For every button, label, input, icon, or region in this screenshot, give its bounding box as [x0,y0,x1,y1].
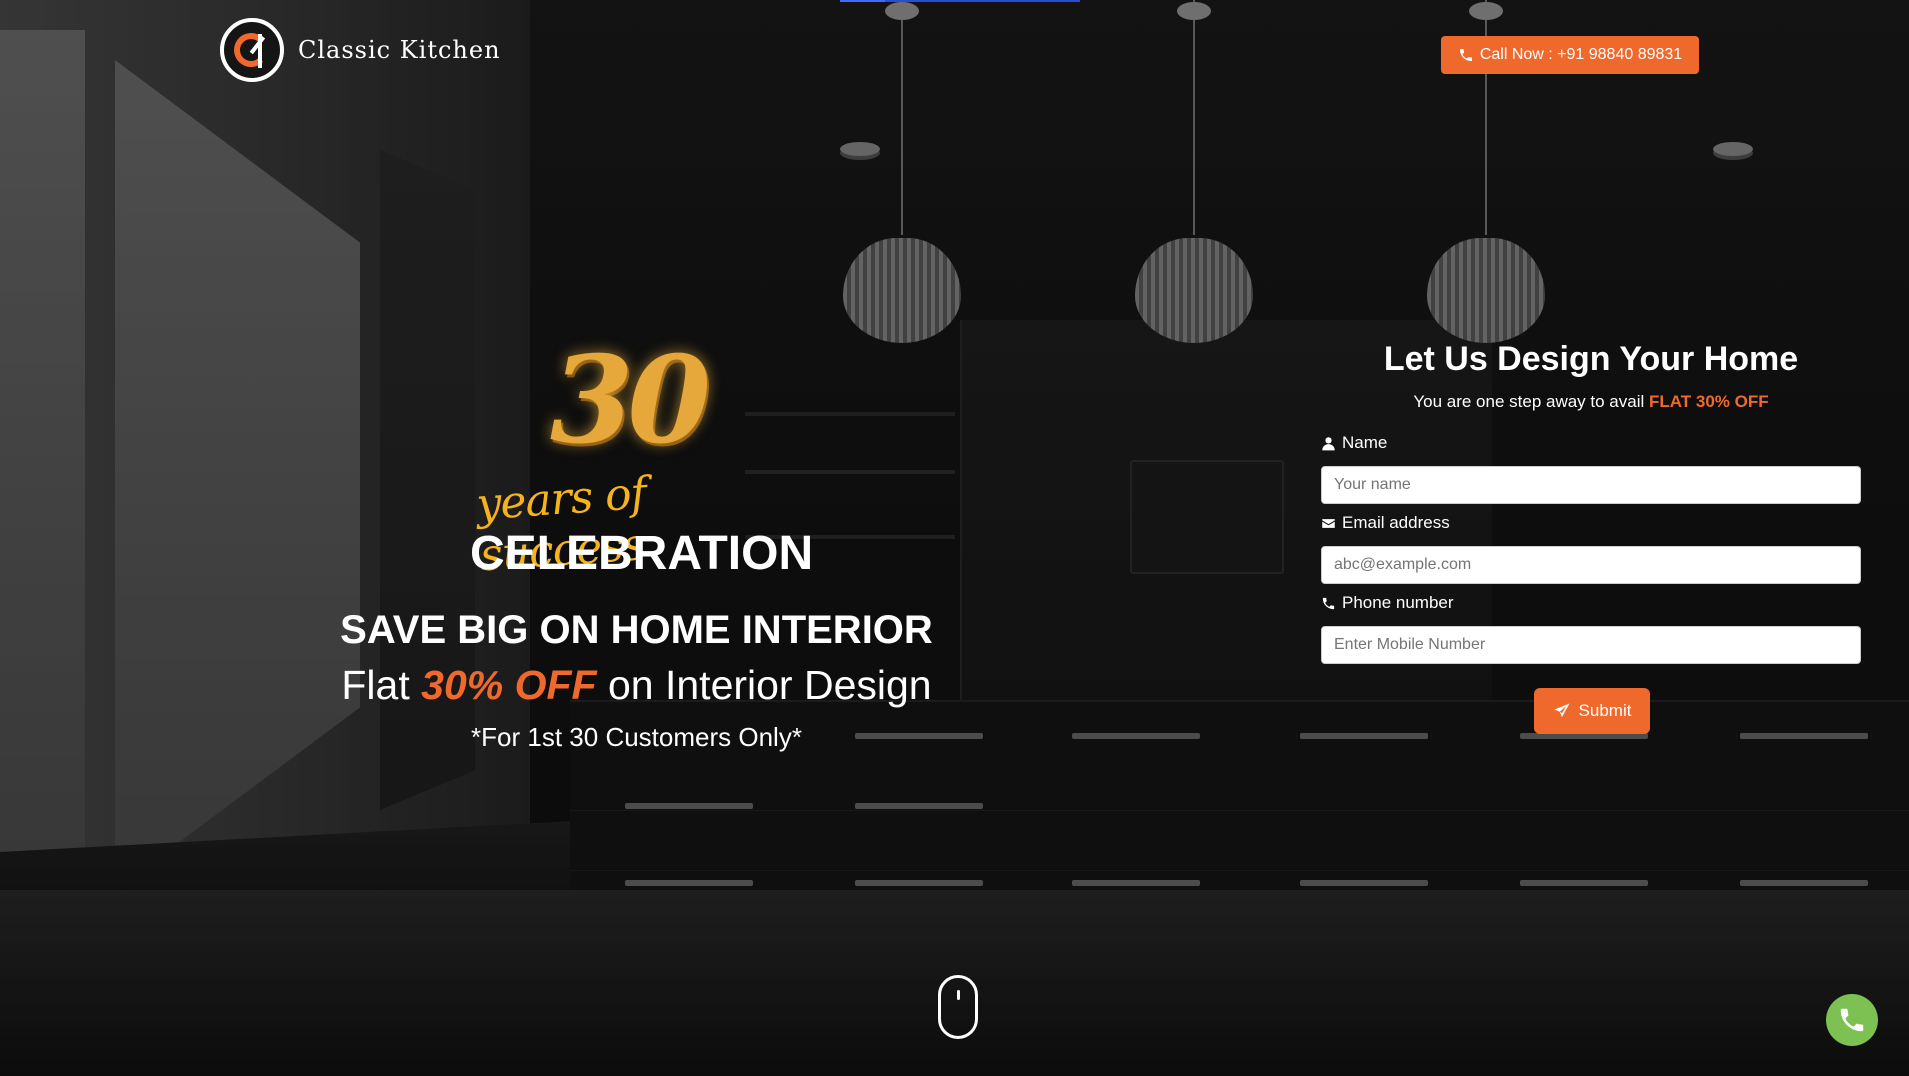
celebration-title: CELEBRATION [470,527,814,580]
phone-input[interactable] [1321,626,1861,664]
hero-headline: SAVE BIG ON HOME INTERIOR [340,608,933,652]
phone-icon [1322,597,1335,609]
floating-call-button[interactable] [1826,994,1878,1046]
email-input[interactable] [1321,546,1861,584]
phone-icon [1840,1008,1864,1032]
envelope-icon [1322,518,1335,528]
name-input[interactable] [1321,466,1861,504]
brand-logo[interactable]: Classic Kitchen [220,18,501,82]
paper-plane-icon [1554,703,1570,717]
mouse-scroll-icon[interactable] [938,975,978,1039]
offer-accent: 30% OFF [421,662,597,708]
user-icon [1322,436,1335,450]
submit-label: Submit [1578,701,1632,720]
phone-icon [1459,49,1472,61]
form-subtitle-accent: FLAT 30% OFF [1649,392,1769,411]
offer-suffix: on Interior Design [607,662,932,708]
phone-label: Phone number [1321,593,1454,613]
offer-prefix: Flat [341,662,410,708]
hero-note: *For 1st 30 Customers Only* [471,722,802,752]
top-progress-line [840,0,1080,2]
ck-logo-icon [220,18,284,82]
anniversary-number: 30 [550,330,711,471]
form-title: Let Us Design Your Home [1383,340,1799,378]
form-subtitle: You are one step away to avail FLAT 30% … [1321,392,1861,412]
dark-overlay [0,0,1909,1076]
call-now-button[interactable]: Call Now : +91 98840 89831 [1441,36,1699,74]
call-now-label: Call Now : +91 98840 89831 [1479,46,1683,63]
email-label: Email address [1321,513,1450,533]
submit-button[interactable]: Submit [1534,688,1650,734]
name-label: Name [1321,433,1387,453]
brand-name: Classic Kitchen [298,36,501,64]
form-subtitle-text: You are one step away to avail [1413,392,1645,411]
hero-offer: Flat 30% OFF on Interior Design [300,662,973,709]
background-kitchen-photo [0,0,1909,1076]
